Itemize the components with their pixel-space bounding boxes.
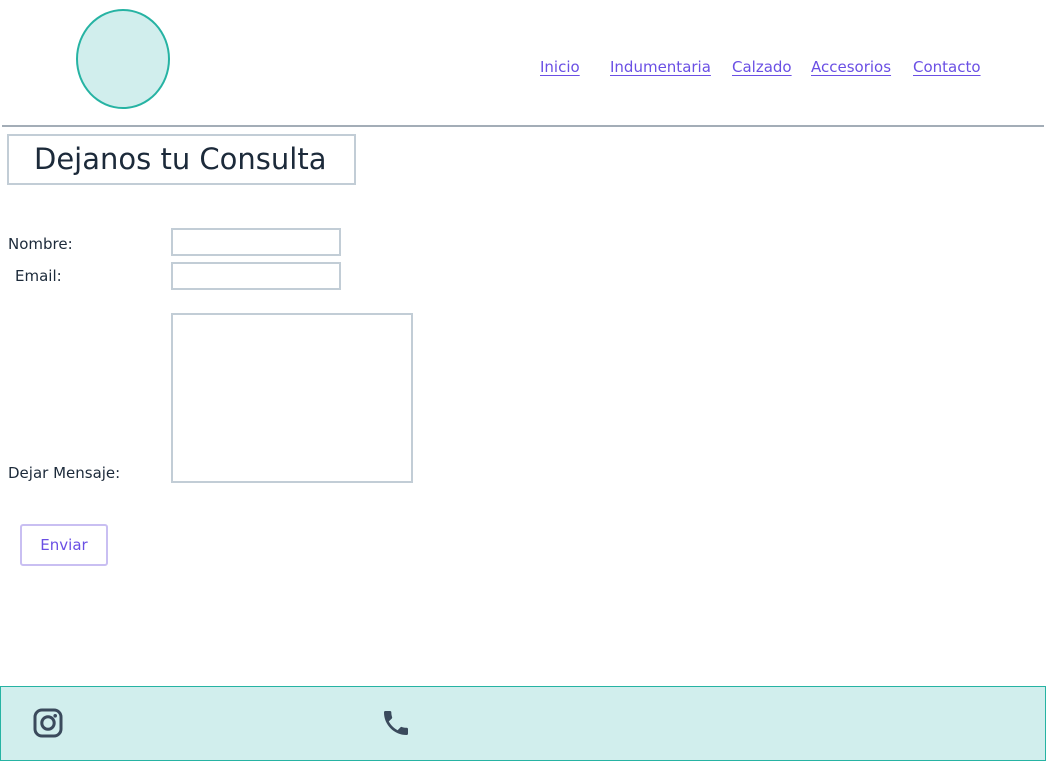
- nav-item-indumentaria[interactable]: Indumentaria: [610, 58, 711, 76]
- email-label: Email:: [15, 267, 62, 285]
- name-label: Nombre:: [8, 235, 73, 253]
- site-footer: [0, 686, 1046, 761]
- page-title: Dejanos tu Consulta: [7, 134, 356, 185]
- phone-icon[interactable]: [380, 707, 412, 739]
- instagram-icon[interactable]: [32, 707, 64, 739]
- logo[interactable]: [76, 9, 170, 109]
- nav-item-inicio[interactable]: Inicio: [540, 58, 580, 76]
- message-field[interactable]: [171, 313, 413, 483]
- submit-button[interactable]: Enviar: [20, 524, 108, 566]
- name-field[interactable]: [171, 228, 341, 256]
- nav-item-accesorios[interactable]: Accesorios: [811, 58, 891, 76]
- email-field[interactable]: [171, 262, 341, 290]
- nav-item-contacto[interactable]: Contacto: [913, 58, 981, 76]
- message-label: Dejar Mensaje:: [8, 464, 121, 482]
- header-divider: [2, 125, 1044, 127]
- page: Inicio Indumentaria Calzado Accesorios C…: [0, 0, 1046, 761]
- nav-item-calzado[interactable]: Calzado: [732, 58, 792, 76]
